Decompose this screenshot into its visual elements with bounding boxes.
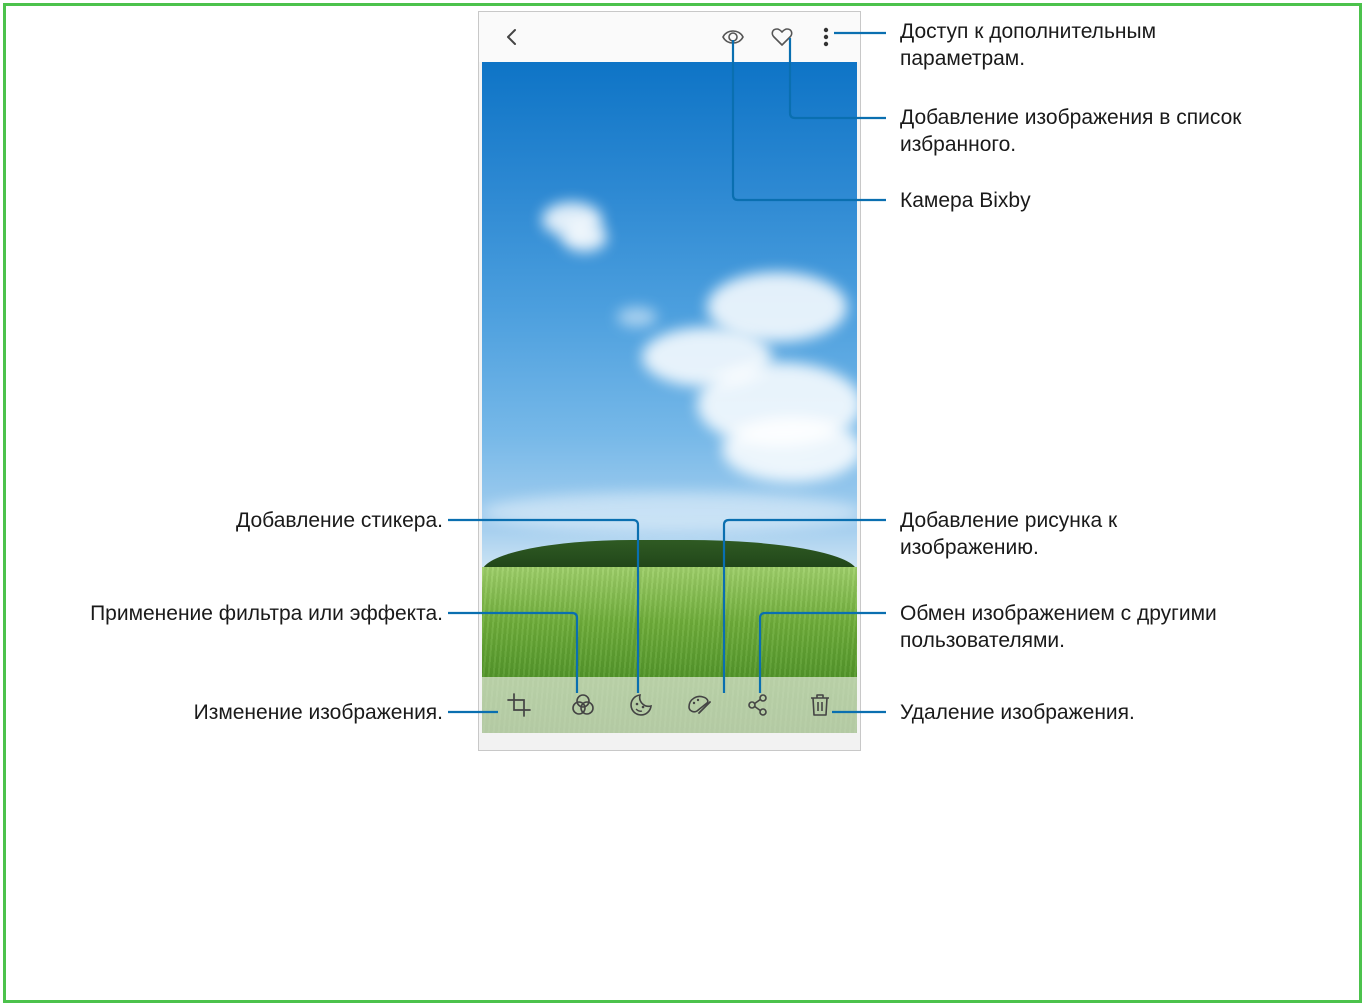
callout-favourite: Добавление изображения в список избранно… [900, 106, 1242, 156]
callout-bixby-vision: Камера Bixby [900, 189, 1031, 212]
callout-add-sticker: Добавление стикера. [236, 509, 443, 532]
callout-add-drawing: Добавление рисунка к изображению. [900, 509, 1118, 559]
callout-edit-image: Изменение изображения. [193, 701, 443, 724]
callout-filter-effect: Применение фильтра или эффекта. [90, 602, 443, 625]
callout-more-options: Доступ к дополнительным параметрам. [900, 20, 1157, 70]
callout-delete-image: Удаление изображения. [900, 701, 1135, 724]
callout-share-image: Обмен изображением с другими пользовател… [900, 602, 1217, 652]
